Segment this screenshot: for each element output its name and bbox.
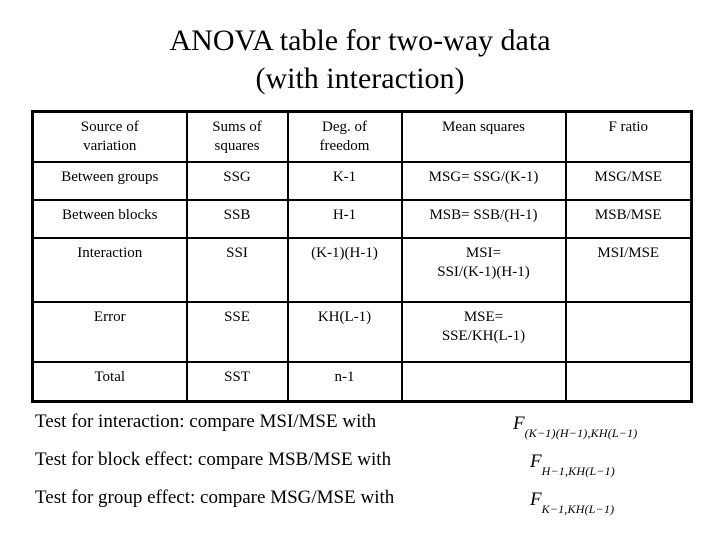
formula-f-group-effect: FK−1,KH(L−1) bbox=[530, 489, 615, 516]
page-title: ANOVA table for two-way data (with inter… bbox=[0, 22, 720, 98]
cell-sums-of-squares: SSG bbox=[185, 161, 289, 201]
column-header-f-ratio: F ratio bbox=[564, 110, 693, 163]
cell-mean-squares: MSE= SSE/KH(L-1) bbox=[400, 301, 567, 363]
table-row: Total SST n-1 bbox=[31, 361, 693, 403]
anova-table: Source of variation Sums of squares Deg.… bbox=[31, 110, 693, 403]
cell-f-ratio: MSG/MSE bbox=[564, 161, 693, 201]
formula-f-block-effect: FH−1,KH(L−1) bbox=[530, 451, 616, 478]
cell-deg-of-freedom: H-1 bbox=[286, 199, 403, 239]
cell-deg-of-freedom: K-1 bbox=[286, 161, 403, 201]
cell-sums-of-squares: SSE bbox=[185, 301, 289, 363]
cell-sums-of-squares: SSB bbox=[185, 199, 289, 239]
cell-deg-of-freedom: n-1 bbox=[286, 361, 403, 403]
table-row: Error SSE KH(L-1) MSE= SSE/KH(L-1) bbox=[31, 301, 693, 363]
test-statement-interaction: Test for interaction: compare MSI/MSE wi… bbox=[35, 411, 377, 432]
cell-mean-squares: MSG= SSG/(K-1) bbox=[400, 161, 567, 201]
cell-deg-of-freedom: (K-1)(H-1) bbox=[286, 237, 403, 303]
table-row: Between groups SSG K-1 MSG= SSG/(K-1) MS… bbox=[31, 161, 693, 201]
column-header-sums-of-squares: Sums of squares bbox=[185, 110, 289, 163]
cell-source: Between blocks bbox=[31, 199, 188, 239]
page-title-line-2: (with interaction) bbox=[255, 62, 465, 95]
cell-source: Total bbox=[31, 361, 188, 403]
cell-mean-squares bbox=[400, 361, 567, 403]
table-row: Interaction SSI (K-1)(H-1) MSI= SSI/(K-1… bbox=[31, 237, 693, 303]
table-row: Between blocks SSB H-1 MSB= SSB/(H-1) MS… bbox=[31, 199, 693, 239]
cell-deg-of-freedom: KH(L-1) bbox=[286, 301, 403, 363]
f-distribution-formulas: F(K−1)(H−1),KH(L−1) FH−1,KH(L−1) FK−1,KH… bbox=[505, 412, 720, 526]
cell-source: Interaction bbox=[31, 237, 188, 303]
test-statement-group-effect: Test for group effect: compare MSG/MSE w… bbox=[35, 487, 395, 508]
column-header-source: Source of variation bbox=[31, 110, 188, 163]
column-header-mean-squares: Mean squares bbox=[400, 110, 567, 163]
cell-source: Between groups bbox=[31, 161, 188, 201]
cell-mean-squares: MSI= SSI/(K-1)(H-1) bbox=[400, 237, 567, 303]
table-header-row: Source of variation Sums of squares Deg.… bbox=[31, 110, 693, 163]
cell-f-ratio bbox=[564, 301, 693, 363]
test-statements: Test for interaction: compare MSI/MSE wi… bbox=[35, 412, 505, 526]
cell-f-ratio bbox=[564, 361, 693, 403]
formula-f-interaction: F(K−1)(H−1),KH(L−1) bbox=[513, 413, 638, 440]
cell-sums-of-squares: SST bbox=[185, 361, 289, 403]
cell-source: Error bbox=[31, 301, 188, 363]
cell-f-ratio: MSI/MSE bbox=[564, 237, 693, 303]
cell-mean-squares: MSB= SSB/(H-1) bbox=[400, 199, 567, 239]
cell-sums-of-squares: SSI bbox=[185, 237, 289, 303]
page-title-line-1: ANOVA table for two-way data bbox=[169, 24, 551, 57]
column-header-deg-of-freedom: Deg. of freedom bbox=[286, 110, 403, 163]
test-statement-block-effect: Test for block effect: compare MSB/MSE w… bbox=[35, 449, 392, 470]
cell-f-ratio: MSB/MSE bbox=[564, 199, 693, 239]
